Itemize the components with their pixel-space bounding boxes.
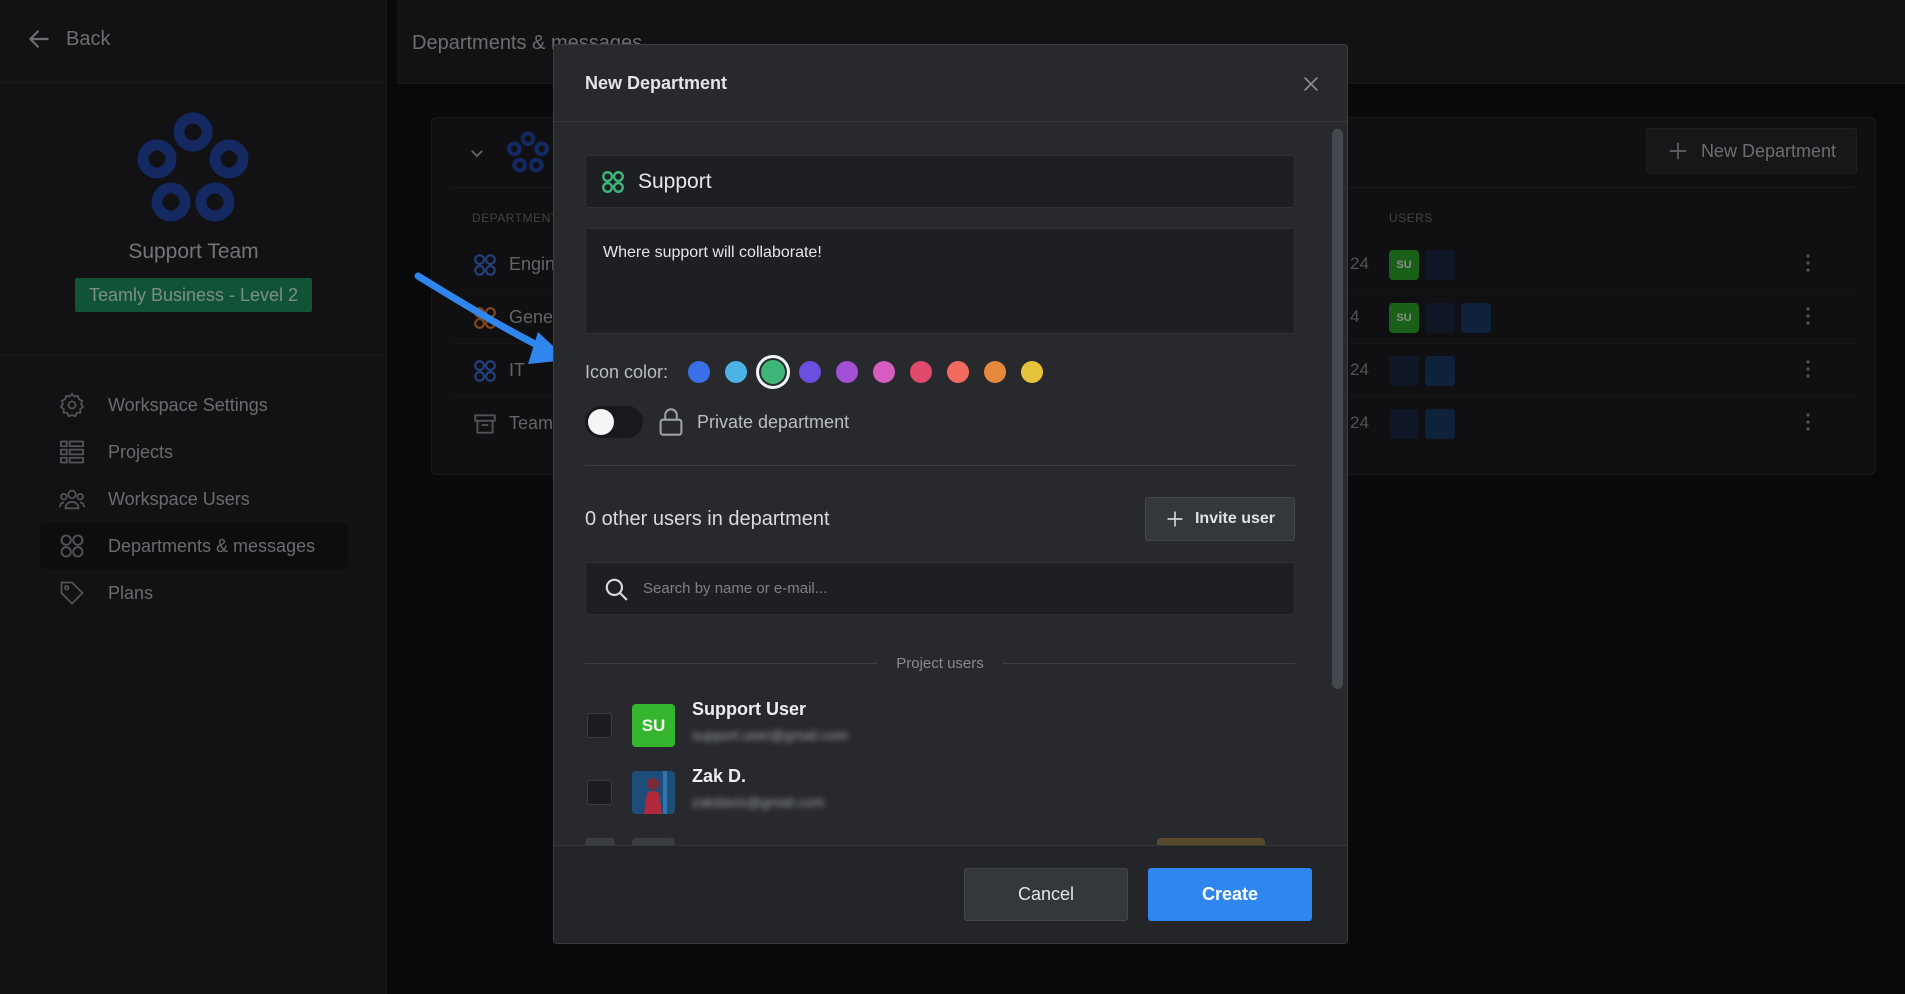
list-item-peek	[1157, 838, 1265, 845]
user-search-field[interactable]	[585, 562, 1295, 615]
private-department-label: Private department	[697, 411, 850, 432]
create-button[interactable]: Create	[1148, 868, 1312, 921]
list-item: Zak D. zakdavis@gmail.com	[585, 766, 1295, 816]
toggle-knob	[588, 409, 614, 435]
lock-icon	[659, 408, 683, 436]
color-swatch-crimson[interactable]	[910, 361, 933, 383]
divider	[585, 662, 879, 664]
user-checkbox[interactable]	[587, 713, 612, 738]
list-item: SU Support User support.user@gmail.com	[585, 699, 1295, 749]
user-email: zakdavis@gmail.com	[692, 794, 825, 810]
color-swatch-indigo[interactable]	[799, 361, 822, 383]
invite-user-button[interactable]: Invite user	[1145, 497, 1295, 541]
color-swatch-orange[interactable]	[984, 361, 1007, 383]
department-name-input[interactable]	[638, 169, 1278, 194]
color-swatch-coral[interactable]	[947, 361, 970, 383]
modal-title: New Department	[585, 73, 728, 93]
private-department-row: Private department	[585, 402, 849, 442]
divider	[1001, 662, 1296, 664]
project-users-separator: Project users	[585, 653, 1296, 673]
modal-header: New Department	[554, 45, 1347, 122]
department-icon	[602, 170, 624, 193]
modal-footer: Cancel Create	[554, 845, 1347, 943]
person-photo-icon	[632, 771, 675, 814]
search-input[interactable]	[643, 580, 1283, 597]
list-item-peek	[585, 838, 615, 845]
color-swatch-purple[interactable]	[836, 361, 859, 383]
user-checkbox[interactable]	[587, 780, 612, 805]
avatar: SU	[632, 704, 675, 747]
cancel-button[interactable]: Cancel	[964, 868, 1128, 921]
department-name-field[interactable]	[585, 155, 1295, 208]
user-email: support.user@gmail.com	[692, 727, 848, 743]
color-swatch-pink[interactable]	[873, 361, 896, 383]
icon-color-label: Icon color:	[585, 361, 669, 382]
user-name: Zak D.	[692, 766, 747, 786]
plus-icon	[1167, 511, 1183, 527]
icon-color-picker: Icon color:	[585, 352, 1058, 392]
user-name: Support User	[692, 699, 807, 719]
scrollbar[interactable]	[1332, 129, 1343, 689]
users-count: 0 other users in department	[585, 508, 830, 530]
color-swatch-green[interactable]	[756, 355, 791, 389]
new-department-modal: New Department Where support will collab…	[553, 44, 1348, 944]
private-department-toggle[interactable]	[585, 406, 643, 438]
avatar	[632, 771, 675, 814]
divider	[585, 465, 1295, 466]
close-icon[interactable]	[1300, 73, 1322, 95]
color-swatch-yellow[interactable]	[1021, 361, 1044, 383]
group-label: Project users	[896, 654, 984, 672]
search-icon	[605, 578, 628, 601]
department-description-input[interactable]: Where support will collaborate!	[585, 228, 1295, 334]
list-item-peek	[632, 838, 675, 845]
invite-user-label: Invite user	[1194, 510, 1276, 527]
color-swatch-light-blue[interactable]	[725, 361, 748, 383]
color-swatch-blue[interactable]	[688, 361, 711, 383]
